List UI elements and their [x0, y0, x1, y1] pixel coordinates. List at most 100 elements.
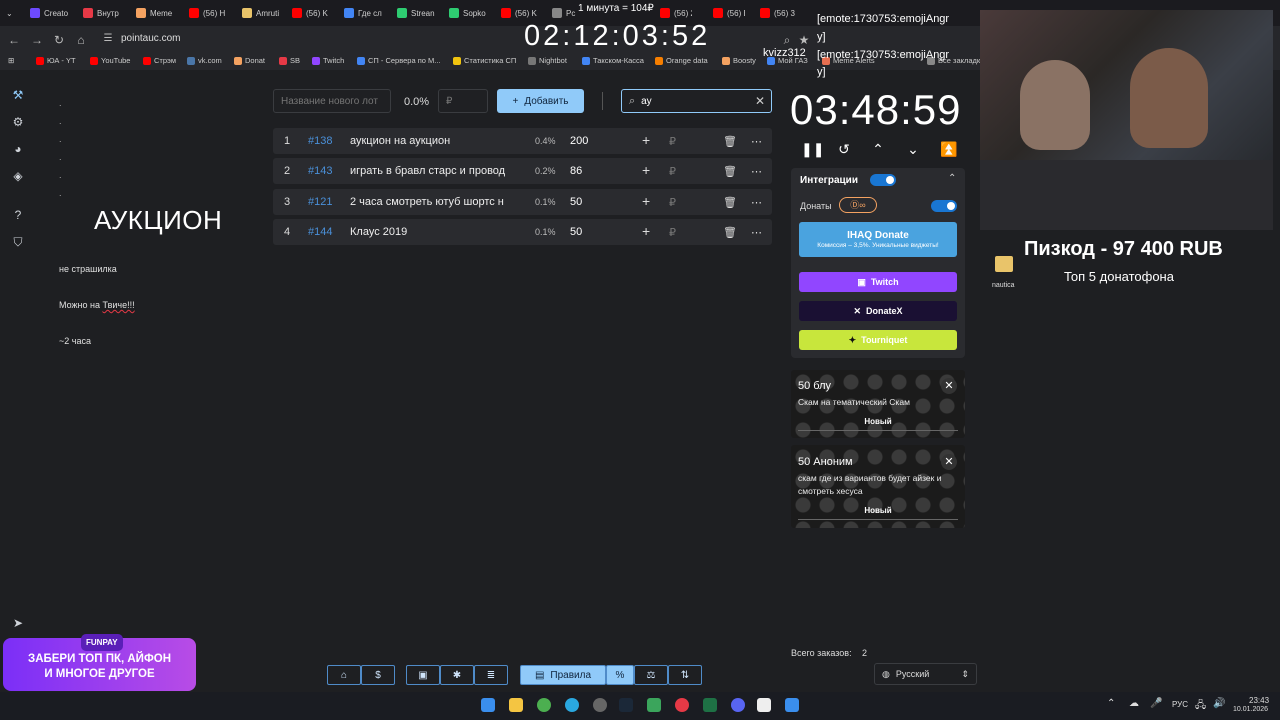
search-field[interactable]: ⌕ ау ✕	[621, 89, 772, 113]
forward-arrow-icon[interactable]: →	[30, 33, 44, 47]
percent-icon[interactable]: %	[606, 665, 634, 685]
dollar-icon[interactable]: $	[361, 665, 395, 685]
app-icon[interactable]	[785, 698, 799, 712]
new-lot-amount-input[interactable]	[438, 89, 488, 113]
bookmark-item[interactable]: SB	[279, 56, 300, 65]
back-arrow-icon[interactable]: ←	[7, 33, 21, 47]
donation-card[interactable]: 50 Аноним ✕ скам где из вариантов будет …	[791, 445, 965, 528]
telegram-icon[interactable]	[565, 698, 579, 712]
browser-tab[interactable]: Где сл	[344, 3, 384, 23]
network-icon[interactable]: 🖧	[1195, 698, 1206, 715]
sort-icon[interactable]: ⇅	[668, 665, 702, 685]
help-icon[interactable]: ?	[10, 207, 26, 223]
save-icon[interactable]: ▣	[406, 665, 440, 685]
shield-icon[interactable]: ⛉	[10, 234, 26, 250]
wheel-icon[interactable]: ◕	[10, 141, 26, 157]
browser-tab[interactable]: (56) 3	[760, 3, 796, 23]
browser-tab[interactable]: (56) H	[189, 3, 229, 23]
lot-amount[interactable]: 86	[570, 165, 582, 177]
currency-input[interactable]: ₽	[669, 165, 676, 178]
lot-amount[interactable]: 200	[570, 135, 588, 147]
more-icon[interactable]: ⋯	[751, 226, 762, 239]
language-select[interactable]: ◍ Русский ⇕	[874, 663, 977, 685]
add-amount-icon[interactable]: +	[642, 162, 650, 178]
clock-time[interactable]: 23:43	[1249, 696, 1269, 705]
add-amount-icon[interactable]: +	[642, 223, 650, 239]
donation-card[interactable]: 50 блу ✕ Скам на тематический Скам Новый	[791, 370, 965, 438]
capcut-icon[interactable]	[757, 698, 771, 712]
browser-tab[interactable]: Amruti	[242, 3, 282, 23]
add-amount-icon[interactable]: +	[642, 132, 650, 148]
lot-row[interactable]: 3 #121 2 часа смотреть ютуб шортс н 0.1%…	[273, 189, 772, 215]
bookmark-item[interactable]: Twitch	[312, 56, 344, 65]
bookmark-item[interactable]: Orange data	[655, 56, 708, 65]
excel-icon[interactable]	[703, 698, 717, 712]
gear-icon[interactable]: ⚙	[10, 114, 26, 130]
browser-tab[interactable]: Meme	[136, 3, 176, 23]
trash-icon[interactable]: 🗑	[723, 196, 737, 209]
windows-start-icon[interactable]	[481, 698, 495, 712]
file-explorer-icon[interactable]	[509, 698, 523, 712]
bookmark-item[interactable]: vk.com	[187, 56, 222, 65]
apps-grid-icon[interactable]: ⊞	[8, 56, 14, 65]
add-amount-icon[interactable]: +	[642, 193, 650, 209]
url-field[interactable]: pointauc.com	[121, 33, 180, 44]
tray-chevron-icon[interactable]: ⌃	[1107, 698, 1115, 709]
bookmark-item[interactable]: YouTube	[90, 56, 130, 65]
bookmark-item[interactable]: ЮА - YT	[36, 56, 76, 65]
trash-icon[interactable]: 🗑	[723, 226, 737, 239]
reset-icon[interactable]: ↺	[836, 141, 852, 158]
funpay-promo-banner[interactable]: FUNPAY ЗАБЕРИ ТОП ПК, АЙФОН И МНОГОЕ ДРУ…	[3, 634, 196, 691]
integrations-toggle[interactable]	[870, 174, 896, 186]
zoom-icon[interactable]: ⌕	[780, 33, 794, 48]
chevron-up-icon[interactable]: ⌃	[948, 173, 956, 184]
new-lot-name-input[interactable]	[273, 89, 391, 113]
rules-button[interactable]: ▤ Правила	[520, 665, 606, 685]
layers-icon[interactable]: ◈	[10, 168, 26, 184]
tab-list-icon[interactable]: ⌄	[6, 3, 20, 23]
home-icon[interactable]: ⌂	[74, 33, 88, 47]
trash-icon[interactable]: 🗑	[723, 135, 737, 148]
currency-input[interactable]: ₽	[669, 135, 676, 148]
language-indicator[interactable]: РУС	[1172, 700, 1188, 709]
minecraft-icon[interactable]	[647, 698, 661, 712]
github-icon[interactable]: ⌂	[327, 665, 361, 685]
telegram-icon[interactable]: ➤	[10, 615, 26, 631]
folder-icon[interactable]	[995, 256, 1013, 272]
lot-name[interactable]: Клаус 2019	[350, 226, 516, 238]
list-icon[interactable]: ≣	[474, 665, 508, 685]
browser-tab[interactable]: Sopko	[449, 3, 489, 23]
browser-tab[interactable]: Creato	[30, 3, 70, 23]
microphone-icon[interactable]: 🎤	[1150, 698, 1162, 709]
more-icon[interactable]: ⋯	[751, 165, 762, 178]
clock-date[interactable]: 10.01.2026	[1233, 706, 1268, 713]
bookmark-item[interactable]: Boosty	[722, 56, 756, 65]
chevron-down-icon[interactable]: ⌄	[905, 141, 921, 158]
add-lot-button[interactable]: + Добавить	[497, 89, 584, 113]
browser-tab[interactable]: Strean	[397, 3, 437, 23]
trash-icon[interactable]: 🗑	[723, 165, 737, 178]
balance-icon[interactable]: ⚖	[634, 665, 668, 685]
donatex-button[interactable]: ✕ DonateX	[799, 301, 957, 321]
obs-icon[interactable]	[593, 698, 607, 712]
currency-input[interactable]: ₽	[669, 196, 676, 209]
lot-name[interactable]: играть в бравл старс и провод	[350, 165, 516, 177]
donation-status-select[interactable]: Новый	[798, 417, 958, 431]
donation-status-select[interactable]: Новый	[798, 506, 958, 520]
reload-icon[interactable]: ↻	[52, 33, 66, 47]
bookmark-star-icon[interactable]: ★	[797, 33, 811, 47]
lot-amount[interactable]: 50	[570, 196, 582, 208]
lot-row[interactable]: 4 #144 Клаус 2019 0.1% 50 + ₽ 🗑 ⋯	[273, 219, 772, 245]
lot-row[interactable]: 1 #138 аукцион на аукцион 0.4% 200 + ₽ 🗑…	[273, 128, 772, 154]
browser-tab[interactable]: Внутр	[83, 3, 123, 23]
steam-icon[interactable]	[619, 698, 633, 712]
clear-search-icon[interactable]: ✕	[755, 94, 765, 108]
lot-row[interactable]: 2 #143 играть в бравл старс и провод 0.2…	[273, 158, 772, 184]
bookmark-item[interactable]: Такском-Касса	[582, 56, 644, 65]
lot-name[interactable]: 2 часа смотреть ютуб шортс н	[350, 196, 516, 208]
discord-icon[interactable]	[731, 698, 745, 712]
browser-tab[interactable]: (56) K	[292, 3, 332, 23]
bookmark-item[interactable]: Nightbot	[528, 56, 567, 65]
twitch-button[interactable]: ▣ Twitch	[799, 272, 957, 292]
close-icon[interactable]: ✕	[941, 378, 957, 394]
